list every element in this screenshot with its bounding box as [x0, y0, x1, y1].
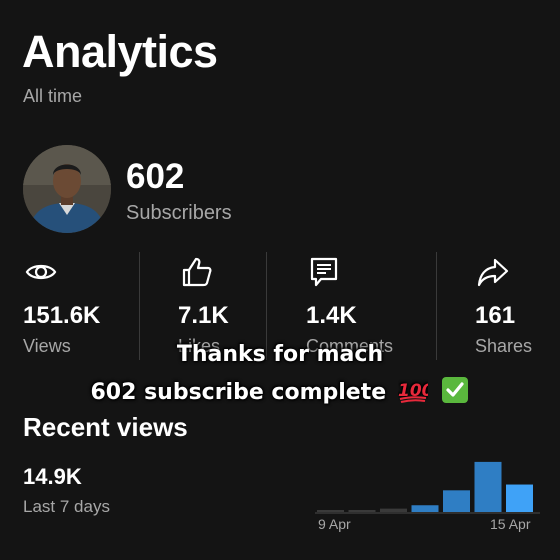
page-title: Analytics	[22, 26, 218, 77]
x-tick-label-start: 9 Apr	[318, 516, 351, 532]
chart-bar-11-apr[interactable]	[380, 508, 407, 512]
recent-views-title: Recent views	[23, 412, 188, 442]
stat-value: 161	[475, 302, 516, 329]
stat-value: 7.1K	[178, 302, 229, 329]
comment-icon	[310, 257, 338, 287]
stat-value: 151.6K	[23, 302, 101, 329]
chart-bar-9-apr[interactable]	[317, 510, 344, 512]
avatar-photo	[23, 145, 111, 233]
chart-bar-14-apr[interactable]	[474, 461, 502, 512]
chart-bar-10-apr[interactable]	[348, 510, 376, 512]
x-tick-label-end: 15 Apr	[490, 516, 531, 532]
avatar[interactable]	[23, 145, 111, 233]
overlay-caption-text: 602 subscribe complete	[90, 380, 387, 405]
stat-value: 1.4K	[306, 302, 357, 329]
recent-views-label: Last 7 days	[23, 497, 110, 516]
overlay-caption-line-1: Thanks for mach	[176, 342, 384, 367]
period-label[interactable]: All time	[23, 86, 82, 107]
overlay-caption-line-2: 602 subscribe complete 100	[0, 376, 560, 405]
subscriber-count: 602	[126, 157, 185, 196]
eye-icon	[25, 264, 57, 280]
hundred-points-icon: 100	[398, 381, 428, 403]
chart-bar-15-apr[interactable]	[506, 484, 533, 512]
subscriber-label: Subscribers	[126, 202, 232, 224]
chart-bar-12-apr[interactable]	[411, 505, 439, 512]
share-icon	[477, 258, 509, 287]
recent-views-value: 14.9K	[23, 464, 82, 489]
check-mark-icon	[441, 377, 468, 403]
chart-bar-13-apr[interactable]	[443, 490, 470, 512]
thumbs-up-icon	[182, 257, 212, 287]
recent-views-chart[interactable]	[315, 455, 540, 515]
